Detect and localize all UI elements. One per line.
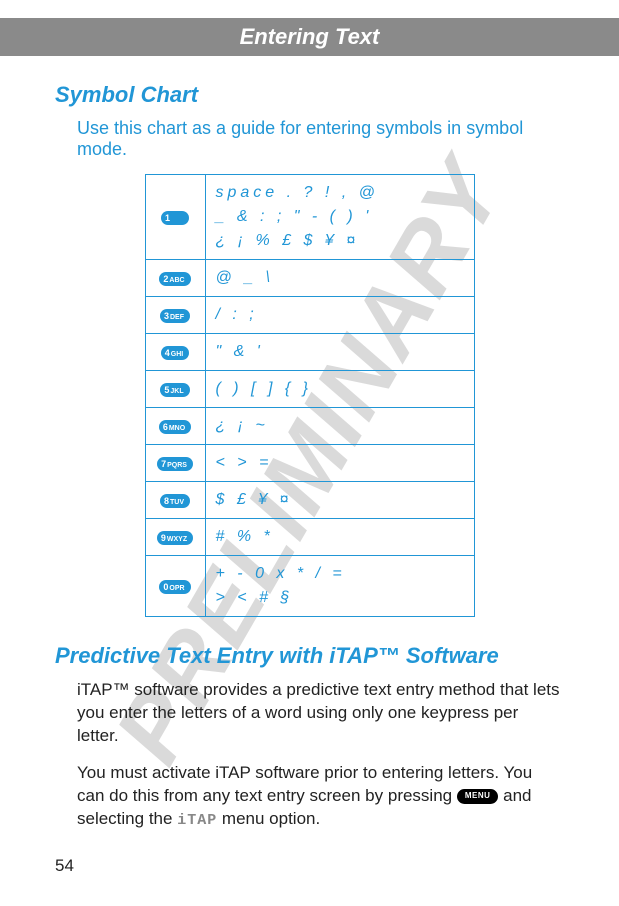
key-4-icon: 4GHI xyxy=(161,346,189,360)
key-3-icon: 3DEF xyxy=(160,309,190,323)
table-row: 4GHI " & ' xyxy=(145,334,474,371)
key-cell: 0OPR xyxy=(145,556,205,617)
symbols-cell: ( ) [ ] { } xyxy=(205,371,474,408)
symbols-cell: @ _ \ xyxy=(205,260,474,297)
key-cell: 2ABC xyxy=(145,260,205,297)
key-cell: 9WXYZ xyxy=(145,519,205,556)
table-row: 2ABC @ _ \ xyxy=(145,260,474,297)
symbol-chart-table: 1 space . ? ! , @ _ & : ; " - ( ) ' ¿ ¡ … xyxy=(145,174,475,617)
key-cell: 1 xyxy=(145,175,205,260)
table-row: 0OPR + - 0 x * / = > < # § xyxy=(145,556,474,617)
menu-key-icon: MENU xyxy=(457,789,499,804)
key-7-icon: 7PQRS xyxy=(157,457,193,471)
symbols-cell: + - 0 x * / = > < # § xyxy=(205,556,474,617)
table-row: 5JKL ( ) [ ] { } xyxy=(145,371,474,408)
key-2-icon: 2ABC xyxy=(159,272,190,286)
page-header: Entering Text xyxy=(0,18,619,56)
symbol-chart-title: Symbol Chart xyxy=(55,82,564,108)
table-row: 3DEF / : ; xyxy=(145,297,474,334)
key-1-icon: 1 xyxy=(161,211,189,225)
key-6-icon: 6MNO xyxy=(159,420,191,434)
symbols-cell: space . ? ! , @ _ & : ; " - ( ) ' ¿ ¡ % … xyxy=(205,175,474,260)
key-9-icon: 9WXYZ xyxy=(157,531,193,545)
symbols-cell: $ £ ¥ ¤ xyxy=(205,482,474,519)
page-number: 54 xyxy=(55,856,74,876)
itap-paragraph-2: You must activate iTAP software prior to… xyxy=(77,762,564,831)
key-8-icon: 8TUV xyxy=(160,494,190,508)
key-cell: 6MNO xyxy=(145,408,205,445)
table-row: 6MNO ¿ ¡ ~ xyxy=(145,408,474,445)
table-row: 8TUV $ £ ¥ ¤ xyxy=(145,482,474,519)
key-cell: 3DEF xyxy=(145,297,205,334)
symbols-cell: < > = xyxy=(205,445,474,482)
symbols-cell: " & ' xyxy=(205,334,474,371)
key-cell: 7PQRS xyxy=(145,445,205,482)
p2-text-c: menu option. xyxy=(217,809,320,828)
key-cell: 8TUV xyxy=(145,482,205,519)
symbols-cell: / : ; xyxy=(205,297,474,334)
content-area: Symbol Chart Use this chart as a guide f… xyxy=(0,82,619,831)
key-5-icon: 5JKL xyxy=(160,383,189,397)
table-row: 7PQRS < > = xyxy=(145,445,474,482)
symbols-cell: # % * xyxy=(205,519,474,556)
key-cell: 4GHI xyxy=(145,334,205,371)
symbols-cell: ¿ ¡ ~ xyxy=(205,408,474,445)
key-0-icon: 0OPR xyxy=(159,580,190,594)
table-row: 9WXYZ # % * xyxy=(145,519,474,556)
itap-title: Predictive Text Entry with iTAP™ Softwar… xyxy=(55,643,564,669)
key-cell: 5JKL xyxy=(145,371,205,408)
itap-menu-label: iTAP xyxy=(177,812,217,829)
table-row: 1 space . ? ! , @ _ & : ; " - ( ) ' ¿ ¡ … xyxy=(145,175,474,260)
symbol-chart-intro: Use this chart as a guide for entering s… xyxy=(77,118,564,160)
itap-paragraph-1: iTAP™ software provides a predictive tex… xyxy=(77,679,564,748)
